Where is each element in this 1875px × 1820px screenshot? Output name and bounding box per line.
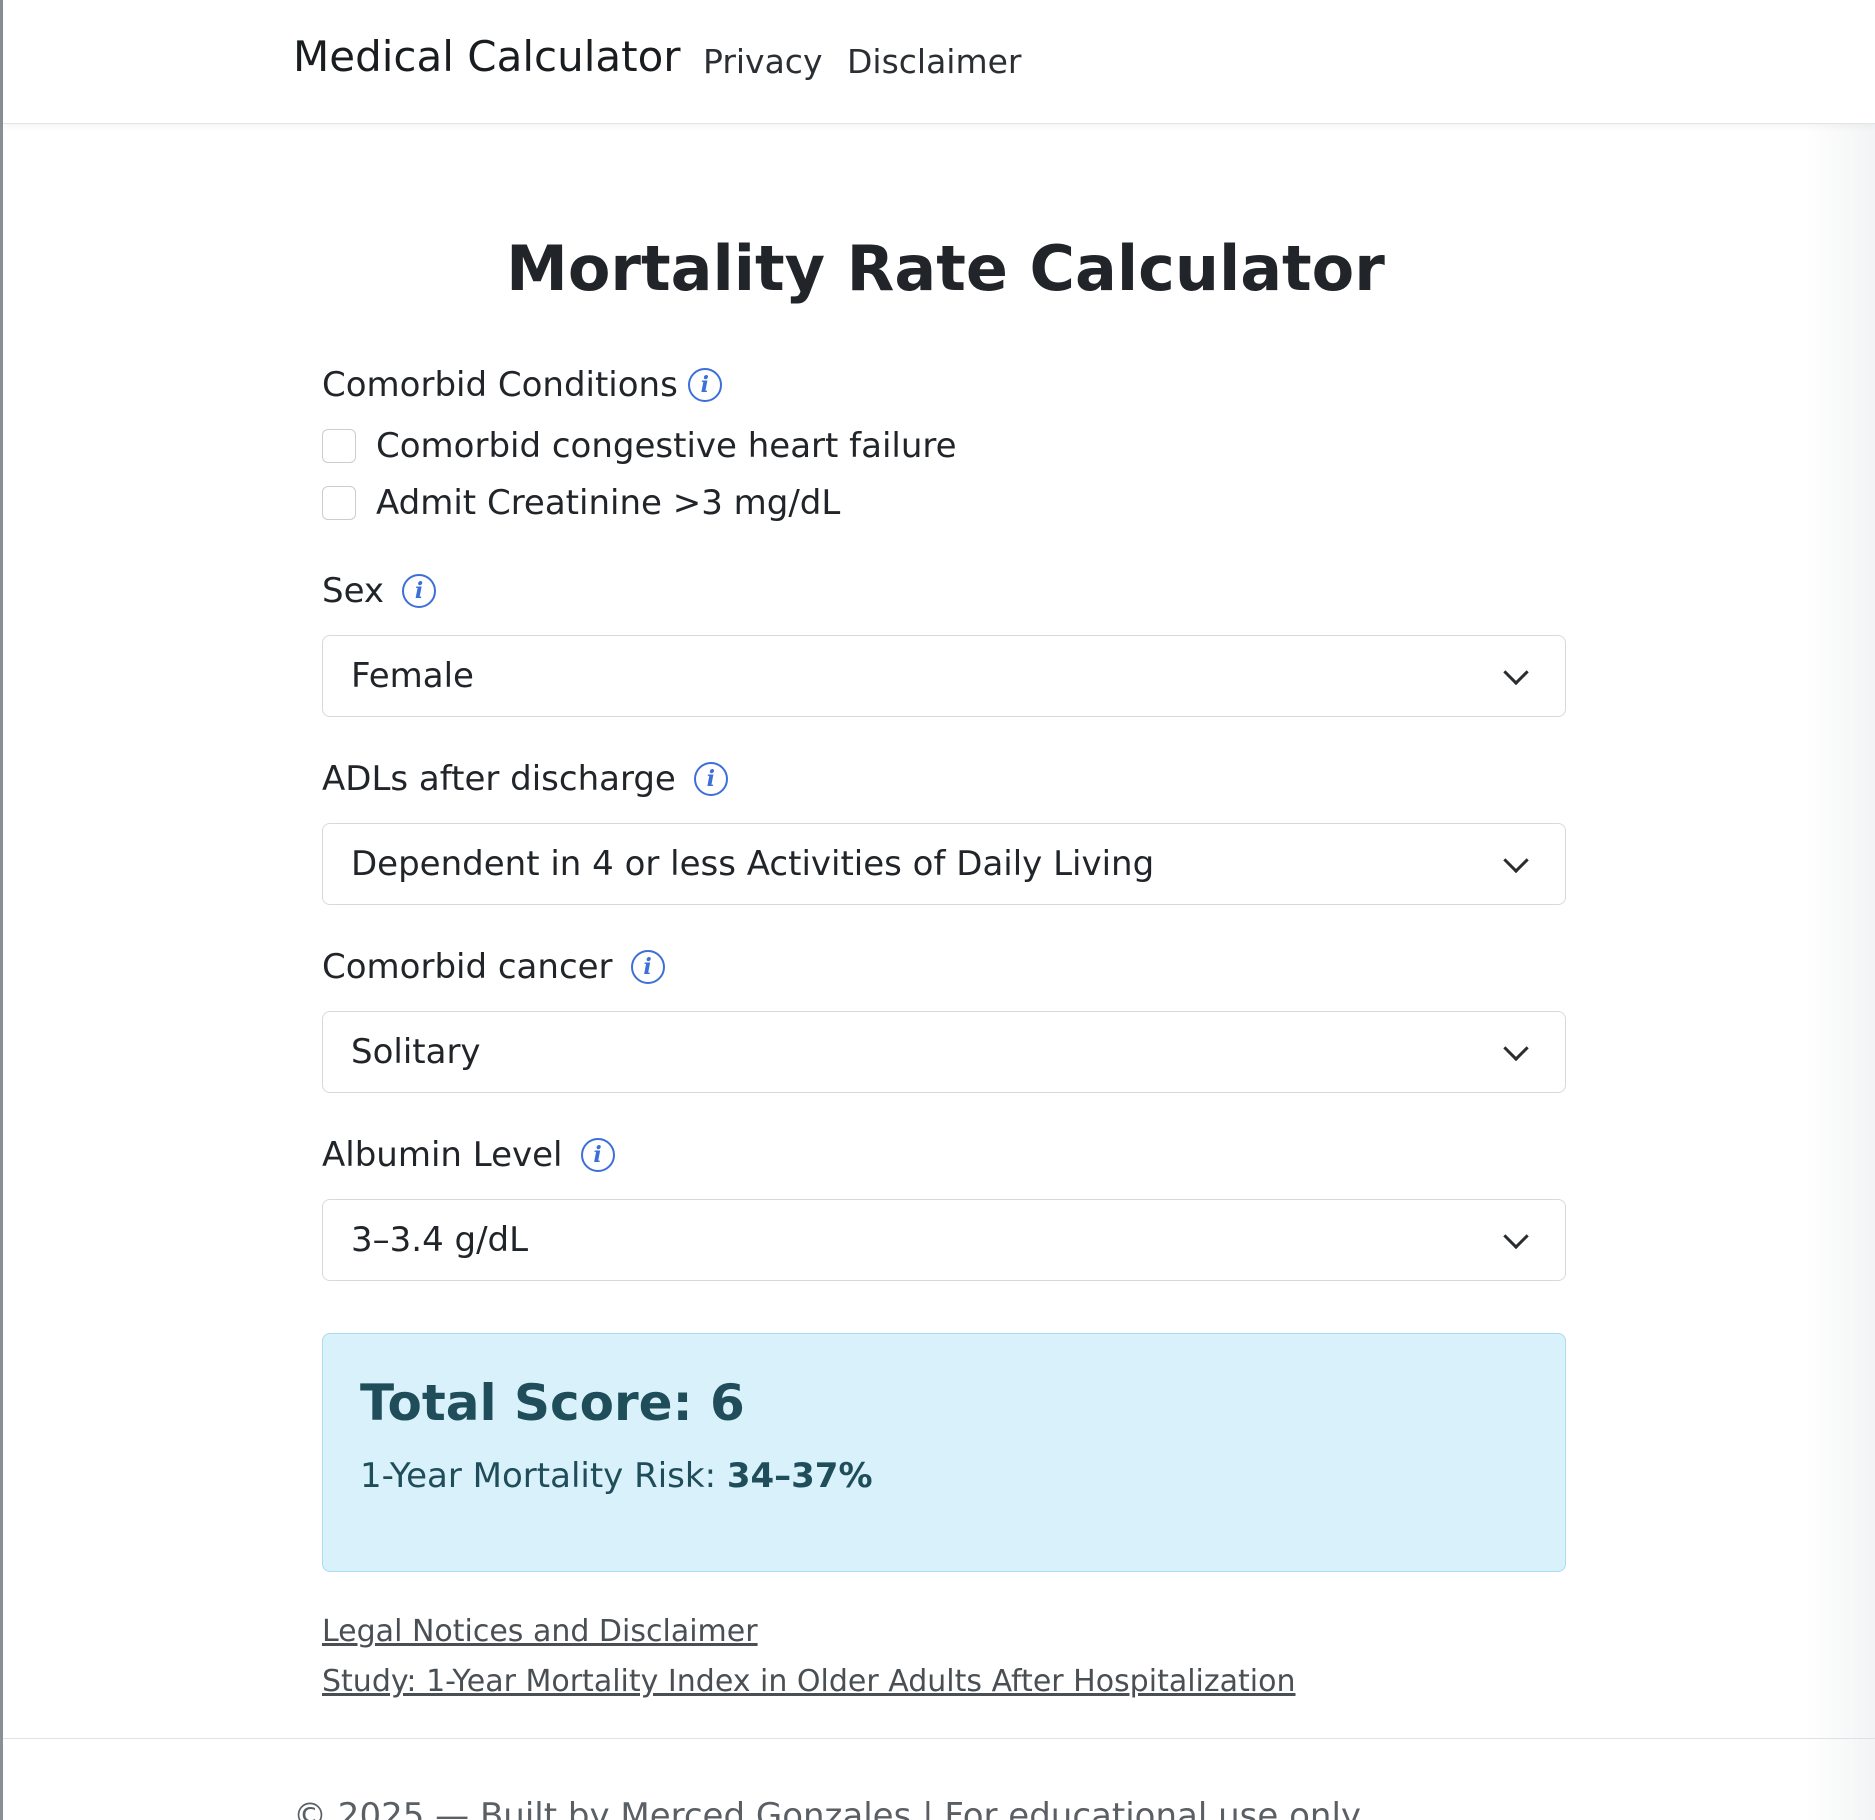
creatinine-checkbox-label: Admit Creatinine >3 mg/dL xyxy=(376,483,841,523)
cancer-label-text: Comorbid cancer xyxy=(322,947,613,987)
creatinine-checkbox-row[interactable]: Admit Creatinine >3 mg/dL xyxy=(322,481,840,525)
comorbid-conditions-label-text: Comorbid Conditions xyxy=(322,365,678,405)
adls-label: ADLs after discharge i xyxy=(322,756,728,802)
sex-label: Sex i xyxy=(322,568,437,614)
nav-disclaimer-link[interactable]: Disclaimer xyxy=(847,42,1022,81)
footer-divider xyxy=(3,1738,1875,1739)
chf-checkbox[interactable] xyxy=(322,429,356,463)
page: Medical Calculator Privacy Disclaimer Mo… xyxy=(0,0,1875,1820)
chevron-down-icon xyxy=(1503,1223,1529,1250)
footer-text: © 2025 — Built by Merced Gonzales | For … xyxy=(293,1796,1362,1820)
navbar: Medical Calculator Privacy Disclaimer xyxy=(3,0,1875,124)
chevron-down-icon xyxy=(1503,659,1529,686)
mortality-risk: 1-Year Mortality Risk: 34–37% xyxy=(360,1456,873,1496)
albumin-select[interactable]: 3–3.4 g/dL xyxy=(322,1199,1566,1281)
cancer-select[interactable]: Solitary xyxy=(322,1011,1566,1093)
albumin-label-text: Albumin Level xyxy=(322,1135,563,1175)
sex-select-value: Female xyxy=(351,656,474,696)
creatinine-checkbox[interactable] xyxy=(322,486,356,520)
comorbid-conditions-label: Comorbid Conditions i xyxy=(322,362,722,408)
adls-label-text: ADLs after discharge xyxy=(322,759,676,799)
legal-notices-link[interactable]: Legal Notices and Disclaimer xyxy=(322,1614,758,1649)
nav-privacy-link[interactable]: Privacy xyxy=(703,42,822,81)
result-panel: Total Score: 6 1-Year Mortality Risk: 34… xyxy=(322,1333,1566,1572)
info-icon[interactable]: i xyxy=(630,950,665,984)
albumin-label: Albumin Level i xyxy=(322,1132,615,1178)
info-icon[interactable]: i xyxy=(402,574,437,608)
mortality-risk-label: 1-Year Mortality Risk: xyxy=(360,1456,727,1496)
sex-label-text: Sex xyxy=(322,571,385,611)
adls-select[interactable]: Dependent in 4 or less Activities of Dai… xyxy=(322,823,1566,905)
info-icon[interactable]: i xyxy=(687,368,722,402)
total-score: Total Score: 6 xyxy=(360,1374,745,1432)
mortality-risk-value: 34–37% xyxy=(726,1456,873,1496)
study-link[interactable]: Study: 1-Year Mortality Index in Older A… xyxy=(322,1664,1295,1699)
adls-select-value: Dependent in 4 or less Activities of Dai… xyxy=(351,844,1155,884)
cancer-label: Comorbid cancer i xyxy=(322,944,665,990)
cancer-select-value: Solitary xyxy=(351,1032,481,1072)
sex-select[interactable]: Female xyxy=(322,635,1566,717)
chf-checkbox-label: Comorbid congestive heart failure xyxy=(376,426,957,466)
chf-checkbox-row[interactable]: Comorbid congestive heart failure xyxy=(322,424,957,468)
info-icon[interactable]: i xyxy=(580,1138,615,1172)
info-icon[interactable]: i xyxy=(693,762,728,796)
albumin-select-value: 3–3.4 g/dL xyxy=(351,1220,529,1260)
chevron-down-icon xyxy=(1503,847,1529,874)
chevron-down-icon xyxy=(1503,1035,1529,1062)
page-title: Mortality Rate Calculator xyxy=(506,232,1385,305)
scroll-shade xyxy=(1805,124,1875,1820)
brand-link[interactable]: Medical Calculator xyxy=(293,32,681,81)
